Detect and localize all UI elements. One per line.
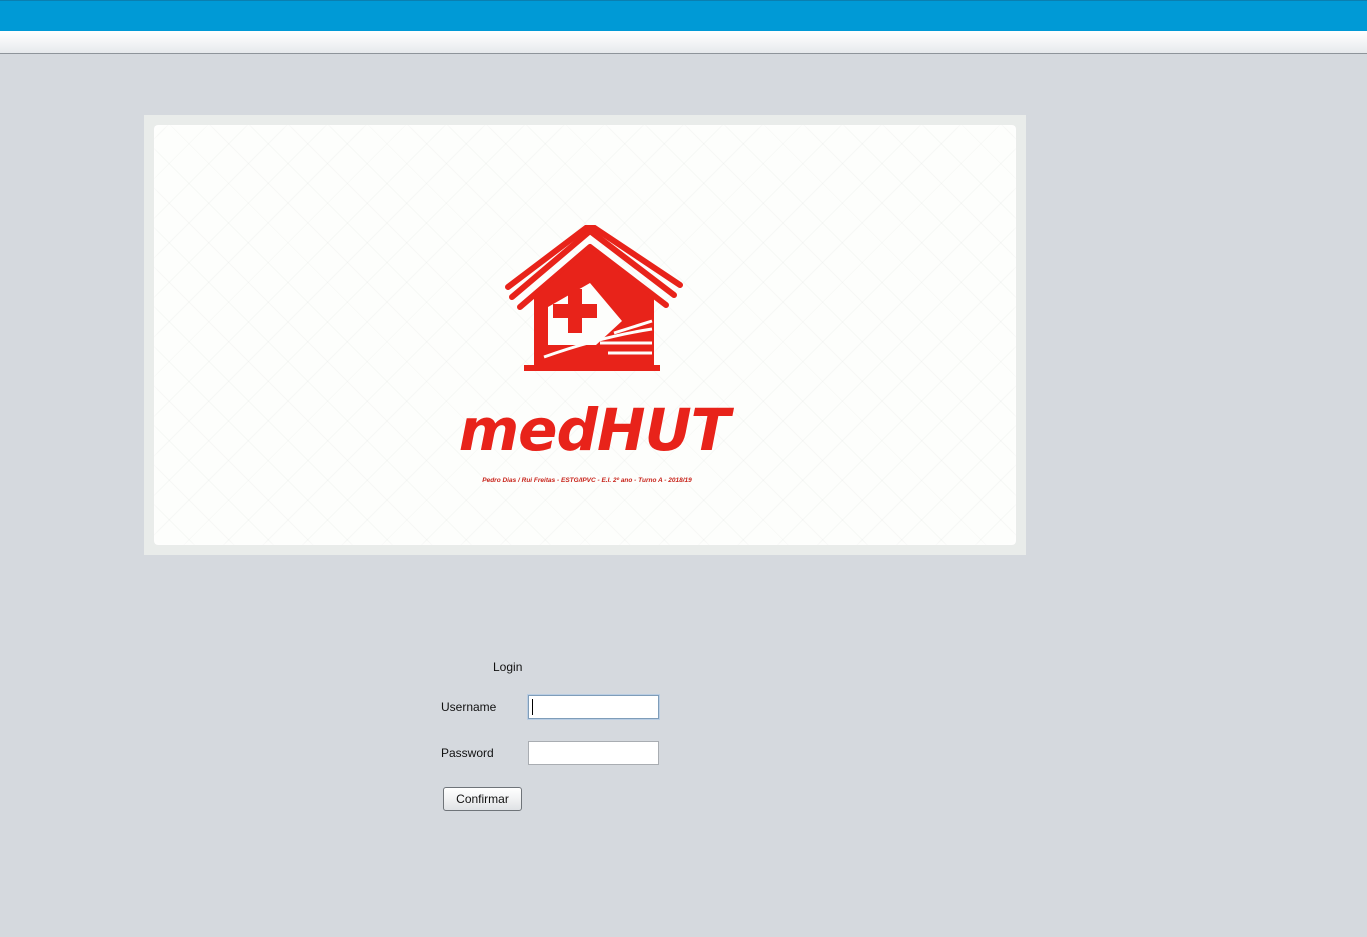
- login-title: Login: [493, 660, 523, 674]
- menu-bar: [0, 31, 1367, 54]
- confirm-button[interactable]: Confirmar: [443, 787, 522, 811]
- banner-image: medHUT Pedro Dias / Rui Freitas - ESTG/I…: [154, 125, 1016, 545]
- banner-panel: medHUT Pedro Dias / Rui Freitas - ESTG/I…: [144, 115, 1026, 555]
- brand-name: medHUT: [458, 396, 731, 464]
- credits-text: Pedro Dias / Rui Freitas - ESTG/IPVC - E…: [482, 477, 692, 484]
- username-field[interactable]: [528, 695, 659, 719]
- password-field[interactable]: [528, 741, 659, 765]
- text-cursor: [532, 699, 533, 715]
- username-label: Username: [441, 700, 497, 714]
- window-top-bar: [0, 0, 1367, 31]
- house-with-red-cross-icon: [505, 225, 683, 371]
- password-label: Password: [441, 746, 494, 760]
